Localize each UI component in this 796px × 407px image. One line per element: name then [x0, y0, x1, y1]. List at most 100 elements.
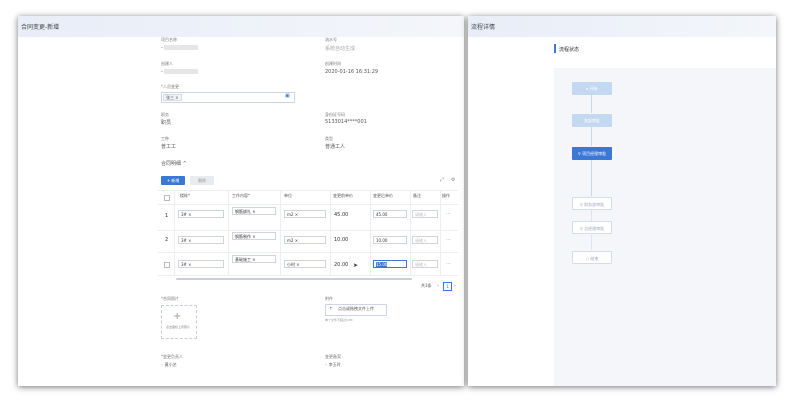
table-header-border [158, 204, 458, 205]
user-icon: ⚲ [579, 226, 583, 231]
radio-icon[interactable]: ◦ [325, 362, 327, 367]
work-select[interactable]: 钢筋制作 × [232, 232, 276, 240]
building-select[interactable]: 3# × [178, 210, 224, 218]
category-label: 类型 [325, 136, 333, 141]
project-name-value: - [161, 45, 199, 51]
after-price-selected-text: 15.00 [376, 262, 388, 267]
details-toggle[interactable]: 合同明细 ^ [161, 160, 187, 167]
project-name-text: - [161, 45, 163, 51]
created-at-value: 2020-01-16 16:31:29 [325, 69, 379, 75]
category-value: 普通工人 [325, 144, 346, 150]
radio-icon[interactable]: ◦ [161, 362, 163, 367]
col-border [330, 190, 331, 276]
flow-step-start[interactable]: ▸ 开始 [572, 82, 612, 95]
cc-tag[interactable]: 张三 × [163, 94, 182, 101]
row-border [158, 252, 458, 253]
unit-text: m2 [287, 212, 294, 217]
column-settings-icon[interactable]: ⚙ [451, 177, 455, 183]
prev-page-icon[interactable]: ‹ [437, 283, 439, 289]
row-checkbox[interactable] [164, 262, 170, 268]
mouse-cursor-icon: ➤ [353, 262, 359, 269]
col-border [280, 190, 281, 276]
unit-text: 小时 [287, 262, 295, 267]
row-index: 1 [165, 213, 169, 219]
flow-connector [591, 160, 592, 196]
flow-step-finance-approval[interactable]: ⚲ 财务部审批 [572, 197, 612, 210]
flow-step-end[interactable]: ○ 结束 [572, 251, 612, 264]
horizontal-scrollbar[interactable] [176, 278, 412, 280]
flow-connector [591, 235, 592, 250]
work-text: 基础施工 [235, 257, 251, 262]
flow-connector [591, 127, 592, 146]
col-border [440, 190, 441, 276]
work-text: 钢筋制作 [235, 234, 251, 239]
more-icon[interactable]: ··· [446, 261, 451, 267]
redacted-block [164, 69, 199, 74]
serial-value: 系统自动生成 [325, 46, 356, 52]
th-before: 变更前单价 [333, 193, 353, 198]
process-detail-panel: 流程详情 流程状态 [468, 16, 776, 386]
building-select[interactable]: 3# × [178, 260, 224, 268]
stop-icon: ○ [585, 256, 590, 261]
th-remark: 备注 [413, 193, 421, 198]
remark-input[interactable]: 请输入 [412, 236, 438, 244]
flow-connector [591, 210, 592, 221]
more-icon[interactable]: ··· [446, 211, 451, 217]
building-text: 3# [181, 212, 187, 217]
cc-tag-text: 张三 [166, 95, 174, 100]
after-price-input[interactable]: 45.00 [373, 210, 407, 218]
section-marker [554, 44, 556, 53]
unit-select[interactable]: m2 × [284, 210, 326, 218]
user-icon: ⚲ [579, 202, 583, 207]
creator-text: - [161, 69, 163, 75]
before-price: 45.00 [334, 212, 349, 218]
flow-step-icon: ▸ [586, 86, 589, 91]
file-upload-text: 点击或拖拽文件上传 [338, 306, 374, 311]
th-work: 工作内容* [232, 193, 250, 198]
panel-title: 流程详情 [471, 24, 496, 31]
position-label: 职务 [161, 112, 169, 117]
building-select[interactable]: 3# × [178, 236, 224, 244]
redacted-block [164, 45, 199, 50]
contacts-icon[interactable]: ▣ [285, 93, 290, 99]
work-select[interactable]: 基础施工 × [232, 255, 276, 263]
add-row-button[interactable]: + 新增 [161, 176, 185, 185]
th-building: 楼栋* [180, 193, 190, 198]
unit-select[interactable]: 小时 × [284, 260, 326, 268]
manager-label: *变更负责人 [161, 354, 183, 359]
file-label: 附件 [325, 296, 333, 301]
building-text: 3# [181, 238, 187, 243]
id-label: 身份证号码 [325, 112, 345, 117]
after-price-input[interactable]: 10.00 [373, 236, 407, 244]
remark-input[interactable]: 请输入 [412, 260, 438, 268]
flow-step-submit[interactable]: 发起审批 [572, 114, 612, 127]
created-at-label: 创建时间 [325, 61, 341, 66]
after-price-input-active[interactable]: 15.00 [373, 260, 407, 268]
panel-title: 合同变更-新增 [21, 24, 60, 31]
remark-input[interactable]: 请输入 [412, 210, 438, 218]
flow-step-pm-approval[interactable]: ⚲ 项目经理审批 [572, 147, 612, 160]
page-number[interactable]: 1 [443, 282, 452, 291]
unit-select[interactable]: m2 × [284, 236, 326, 244]
next-page-icon[interactable]: › [454, 283, 456, 289]
upload-icon: ⤒ [330, 306, 332, 311]
th-after: 变更后单价 [373, 193, 393, 198]
delete-row-button[interactable]: 删除 [190, 176, 214, 185]
panel-header: 合同变更-新增 [18, 16, 464, 37]
serial-label: 流水号 [325, 37, 337, 42]
work-select[interactable]: 钢筋绑扎 × [232, 207, 276, 215]
photo-upload-text: 点击图标上传照片 [165, 325, 190, 329]
before-price: 20.00 [334, 262, 349, 268]
creator-label: 创建人 [161, 61, 173, 66]
manager-text: 黄小艺 [164, 362, 177, 367]
panel-header: 流程详情 [468, 16, 776, 37]
more-icon[interactable]: ··· [446, 237, 451, 243]
flow-step-label: 财务部审批 [584, 202, 605, 207]
flow-step-label: 发起审批 [584, 118, 600, 123]
select-all-checkbox[interactable] [164, 195, 170, 201]
th-unit: 单位 [284, 193, 292, 198]
work-type-value: 普工工 [161, 144, 177, 150]
creator-value: - [161, 69, 199, 75]
fullscreen-icon[interactable]: ⤢ [440, 177, 444, 183]
flow-step-gm-approval[interactable]: ⚲ 总经理审批 [572, 221, 612, 234]
